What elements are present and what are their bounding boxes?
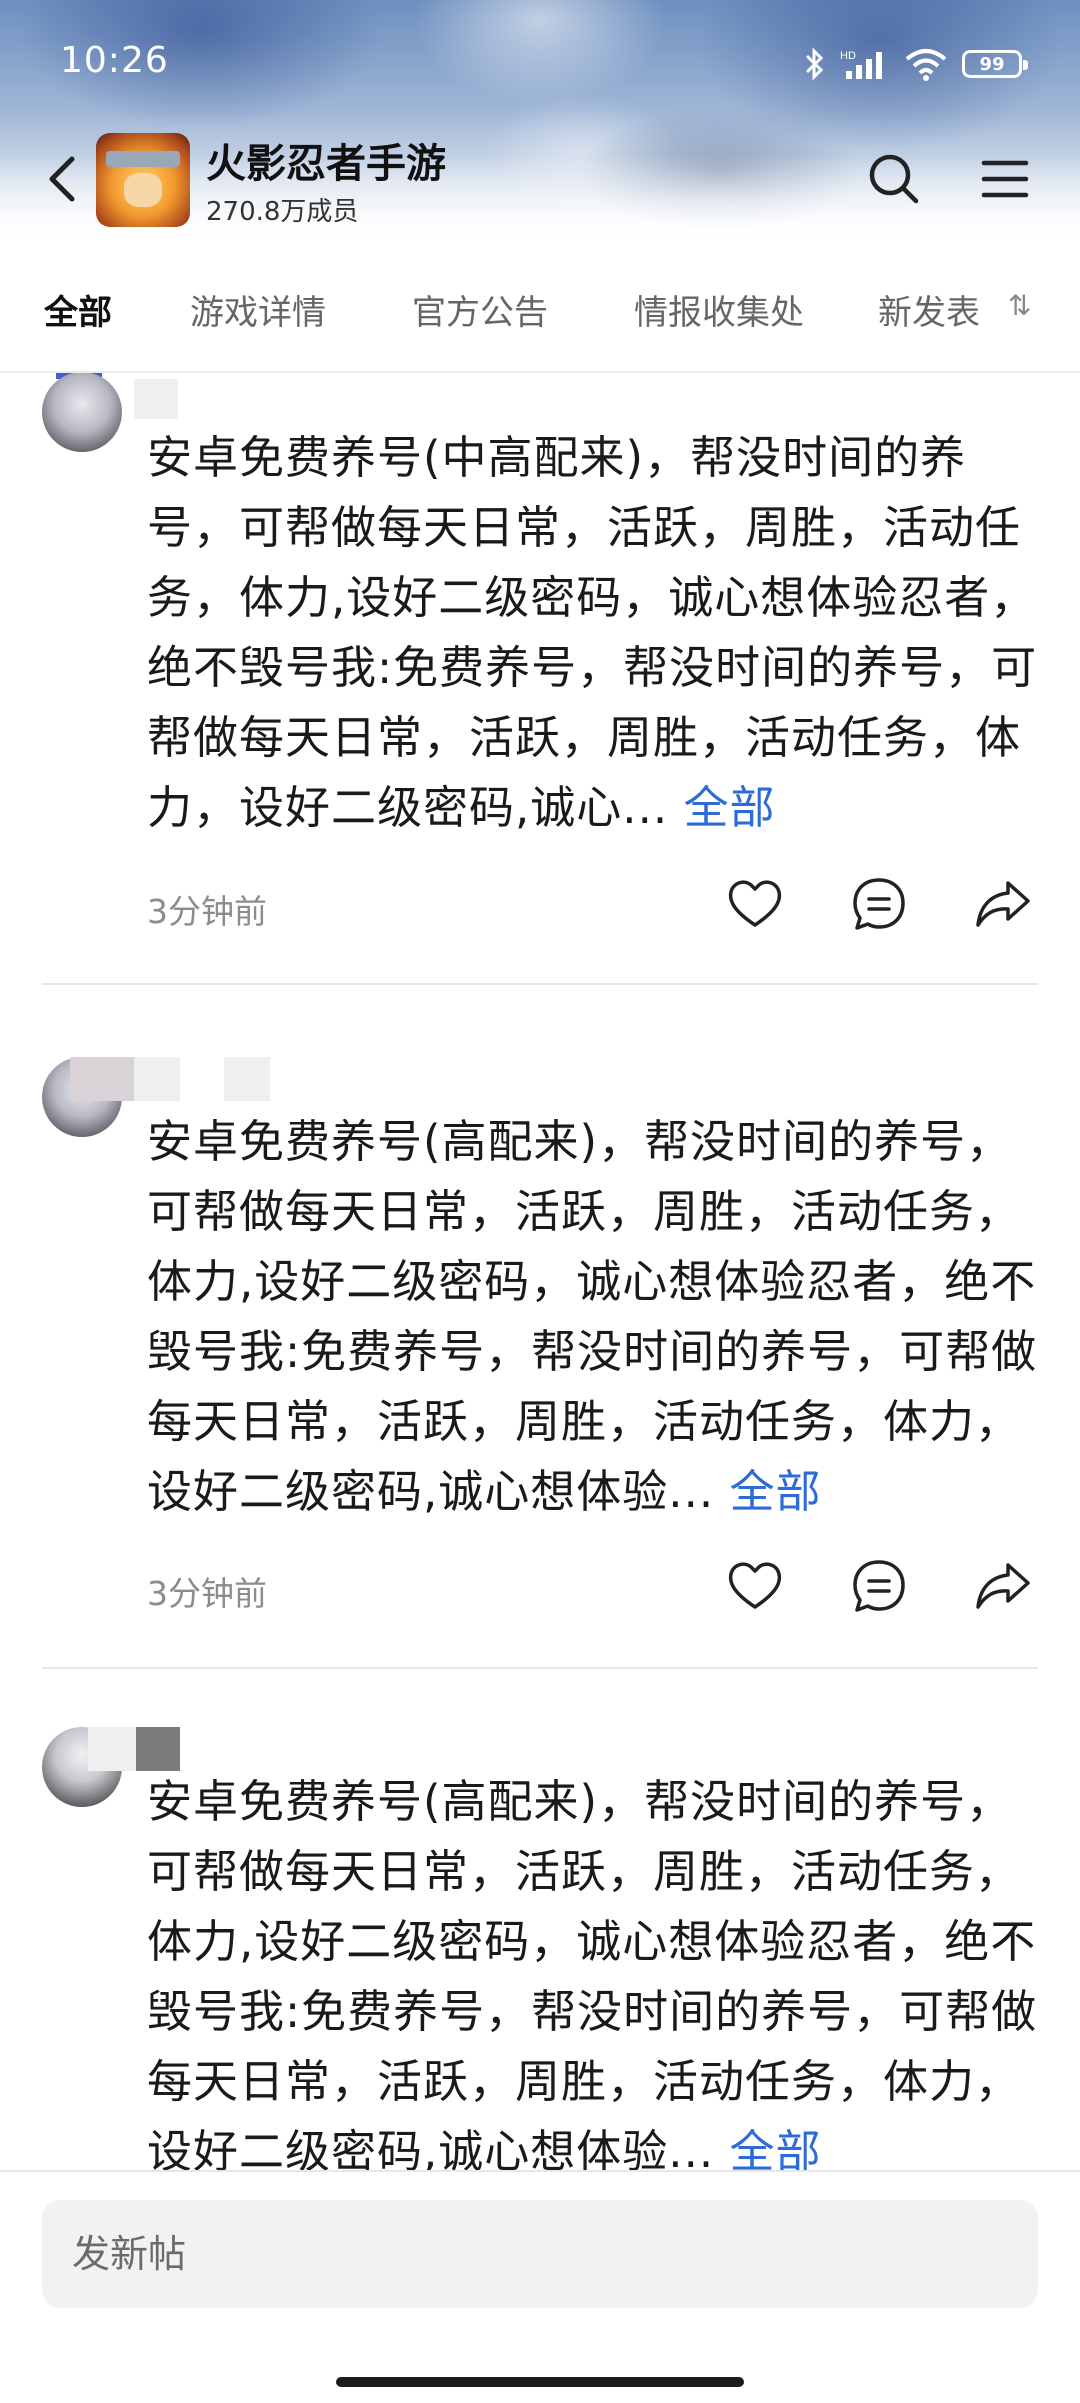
svg-text:HD: HD [840,50,856,62]
username-redacted [70,1057,134,1101]
wifi-icon [905,49,947,81]
post-body[interactable]: 安卓免费养号(高配来)，帮没时间的养号，可帮做每天日常，活跃，周胜，活动任务，体… [147,1767,1047,2170]
avatar-headband [106,151,180,167]
post-time: 3分钟前 [147,1574,267,1613]
group-member-count: 270.8万成员 [206,197,359,227]
tab-intel[interactable]: 情报收集处 [634,285,820,334]
bluetooth-icon [805,47,824,81]
tab-new-posts[interactable]: 新发表 [878,285,996,334]
tab-official-notice[interactable]: 官方公告 [412,285,548,334]
share-icon[interactable] [972,1555,1034,1617]
status-time: 10:26 [60,40,169,81]
sort-icon[interactable]: ⇅ [1008,289,1031,322]
post-time: 3分钟前 [147,892,267,931]
username-redacted [134,1057,180,1101]
post-feed[interactable]: 安卓免费养号(中高配来)，帮没时间的养号，可帮做每天日常，活跃，周胜，活动任务，… [0,373,1080,2170]
home-indicator[interactable] [336,2377,744,2387]
username-redacted [224,1057,270,1101]
like-icon[interactable] [724,873,786,935]
post-body[interactable]: 安卓免费养号(高配来)，帮没时间的养号，可帮做每天日常，活跃，周胜，活动任务，体… [147,1107,1047,1527]
menu-icon[interactable] [978,153,1032,205]
avatar[interactable] [42,373,122,452]
group-header: 10:26 HD 99 火影忍者手游 270.8万成员 [0,0,1080,245]
tab-game-details[interactable]: 游戏详情 [190,285,326,334]
bottom-bar: 发新帖 [0,2170,1080,2403]
username-redacted [134,379,178,419]
comment-icon[interactable] [848,1555,910,1617]
expand-link[interactable]: 全部 [684,781,776,834]
username-redacted [88,1727,136,1771]
battery-icon: 99 [962,50,1028,78]
search-icon[interactable] [866,151,922,207]
expand-link[interactable]: 全部 [730,2125,822,2170]
post-divider [42,1667,1038,1669]
share-icon[interactable] [972,873,1034,935]
expand-link[interactable]: 全部 [730,1465,822,1518]
tab-all[interactable]: 全部 [44,285,112,334]
new-post-input[interactable]: 发新帖 [42,2200,1038,2308]
post-divider [42,983,1038,985]
status-icons: HD 99 [804,46,1028,82]
status-bar: 10:26 HD 99 [0,0,1080,120]
group-nav-row: 火影忍者手游 270.8万成员 [0,125,1080,235]
back-icon[interactable] [38,149,88,209]
like-icon[interactable] [724,1555,786,1617]
battery-level: 99 [979,53,1005,75]
group-title[interactable]: 火影忍者手游 [206,131,446,189]
post-body[interactable]: 安卓免费养号(中高配来)，帮没时间的养号，可帮做每天日常，活跃，周胜，活动任务，… [147,423,1047,843]
username-redacted [136,1727,180,1771]
comment-icon[interactable] [848,873,910,935]
avatar-face [124,173,162,207]
signal-icon: HD [840,50,882,79]
group-avatar[interactable] [96,133,190,227]
tab-bar: 全部 游戏详情 官方公告 情报收集处 新发表 ⇅ [0,245,1080,373]
